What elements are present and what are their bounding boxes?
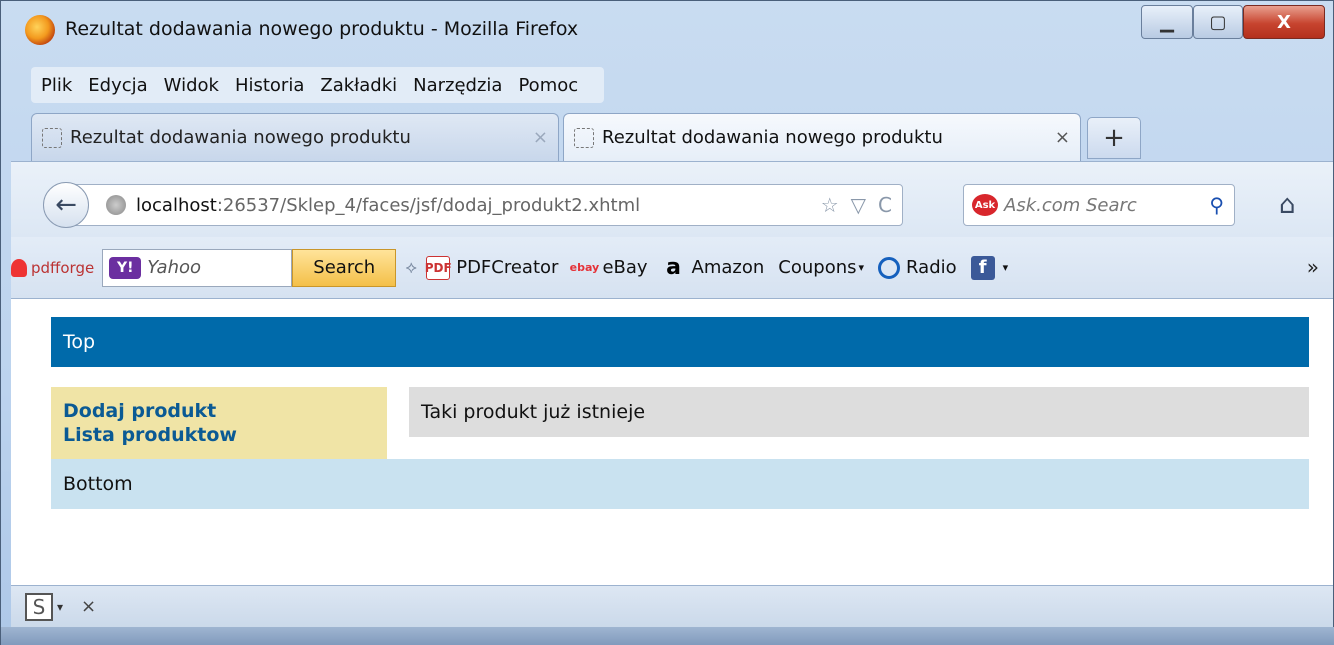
page-placeholder-icon — [42, 127, 62, 148]
history-dropdown-icon[interactable]: ▽ — [851, 193, 866, 217]
menu-historia[interactable]: Historia — [235, 75, 304, 96]
chevron-down-icon[interactable]: ▾ — [57, 600, 63, 614]
tab-close-icon[interactable]: × — [533, 127, 548, 148]
desktop-background-strip — [1, 627, 1334, 645]
bookmark-label: Coupons — [778, 257, 857, 278]
menu-edycja[interactable]: Edycja — [88, 75, 147, 96]
tab-label: Rezultat dodawania nowego produktu — [70, 127, 411, 148]
pdf-icon: PDF — [425, 255, 452, 280]
bookmark-pdfcreator[interactable]: PDF PDFCreator — [425, 255, 559, 280]
tab-2-active[interactable]: Rezultat dodawania nowego produktu × — [563, 113, 1081, 161]
navigation-bar: ← localhost :26537/Sklep_4/faces/jsf/dod… — [11, 161, 1333, 237]
bookmark-label: Radio — [906, 257, 957, 278]
ask-engine-icon[interactable]: Ask — [972, 194, 998, 216]
page-top-bar: Top — [51, 317, 1309, 367]
firefox-logo-icon[interactable] — [25, 15, 55, 45]
firefox-window: Rezultat dodawania nowego produktu - Moz… — [0, 0, 1334, 645]
page-placeholder-icon — [574, 127, 594, 148]
title-bar: Rezultat dodawania nowego produktu - Moz… — [1, 1, 1333, 59]
link-lista-produktow[interactable]: Lista produktow — [63, 423, 375, 447]
bookmark-label: Amazon — [691, 257, 765, 278]
yahoo-logo-icon: Y! — [109, 256, 142, 279]
menu-narzedzia[interactable]: Narzędzia — [413, 75, 502, 96]
more-bookmarks-icon[interactable]: » — [1307, 255, 1319, 279]
chevron-down-icon: ▾ — [858, 261, 865, 274]
chevron-down-icon: ▾ — [1002, 261, 1009, 274]
bookmark-star-icon[interactable]: ☆ — [821, 193, 839, 217]
close-icon[interactable]: × — [81, 596, 96, 617]
search-placeholder: Ask.com Searc — [1004, 194, 1137, 216]
menu-pomoc[interactable]: Pomoc — [518, 75, 578, 96]
new-tab-button[interactable]: + — [1087, 117, 1141, 159]
back-button[interactable]: ← — [43, 182, 89, 228]
tab-bar: Rezultat dodawania nowego produktu × Rez… — [31, 109, 1331, 161]
bookmark-ebay[interactable]: ebay eBay — [569, 256, 648, 280]
url-host: localhost — [136, 194, 217, 216]
menu-widok[interactable]: Widok — [164, 75, 219, 96]
reload-icon[interactable]: C — [878, 193, 892, 217]
url-actions: ☆ ▽ C — [821, 193, 892, 217]
url-bar[interactable]: localhost :26537/Sklep_4/faces/jsf/dodaj… — [71, 184, 903, 226]
bookmarks-toolbar: pdfforge Y! Yahoo Search ⟡ PDF PDFCreato… — [11, 237, 1333, 299]
bookmark-facebook[interactable]: f ▾ — [970, 255, 1009, 280]
pdfforge-item[interactable]: pdfforge — [11, 258, 95, 277]
yahoo-search-input[interactable]: Y! Yahoo — [102, 248, 293, 287]
maximize-button[interactable]: ▢ — [1193, 5, 1243, 39]
globe-icon[interactable] — [106, 195, 126, 215]
bookmark-label: PDFCreator — [456, 257, 559, 278]
ebay-icon: ebay — [569, 261, 600, 274]
tab-close-icon[interactable]: × — [1055, 127, 1070, 148]
addon-s-icon[interactable]: S — [25, 592, 53, 621]
add-on-bar: S ▾ × — [11, 585, 1333, 627]
bookmark-coupons[interactable]: Coupons ▾ — [778, 257, 864, 278]
radio-icon — [878, 256, 901, 279]
tab-label: Rezultat dodawania nowego produktu — [602, 127, 943, 148]
yahoo-search-button[interactable]: Search — [292, 248, 397, 287]
url-path: :26537/Sklep_4/faces/jsf/dodaj_produkt2.… — [216, 194, 641, 216]
menu-zakladki[interactable]: Zakładki — [320, 75, 397, 96]
page-left-menu: Dodaj produkt Lista produktow — [51, 387, 387, 459]
toolbar-separator-icon: ⟡ — [405, 257, 417, 278]
facebook-icon: f — [970, 255, 995, 280]
window-title: Rezultat dodawania nowego produktu - Moz… — [65, 18, 579, 40]
amazon-icon: a — [666, 255, 681, 280]
result-message: Taki produkt już istnieje — [409, 387, 1309, 437]
pdfforge-label: pdfforge — [31, 258, 95, 277]
page-viewport: Top Dodaj produkt Lista produktow Taki p… — [11, 299, 1333, 585]
minimize-button[interactable]: ▁ — [1141, 5, 1193, 39]
search-icon[interactable]: ⚲ — [1209, 193, 1224, 217]
link-dodaj-produkt[interactable]: Dodaj produkt — [63, 399, 375, 423]
close-window-button[interactable]: X — [1243, 5, 1325, 39]
menu-bar: Plik Edycja Widok Historia Zakładki Narz… — [31, 67, 605, 103]
menu-plik[interactable]: Plik — [41, 75, 72, 96]
bookmark-radio[interactable]: Radio — [878, 256, 957, 279]
bookmark-amazon[interactable]: a Amazon — [662, 255, 765, 280]
page-bottom-bar: Bottom — [51, 459, 1309, 509]
home-icon[interactable]: ⌂ — [1279, 190, 1296, 220]
pdfforge-logo-icon — [11, 258, 27, 277]
tab-1[interactable]: Rezultat dodawania nowego produktu × — [31, 113, 559, 161]
bookmark-label: eBay — [602, 257, 648, 278]
yahoo-text: Yahoo — [147, 257, 202, 278]
search-box[interactable]: Ask Ask.com Searc ⚲ — [963, 184, 1235, 226]
